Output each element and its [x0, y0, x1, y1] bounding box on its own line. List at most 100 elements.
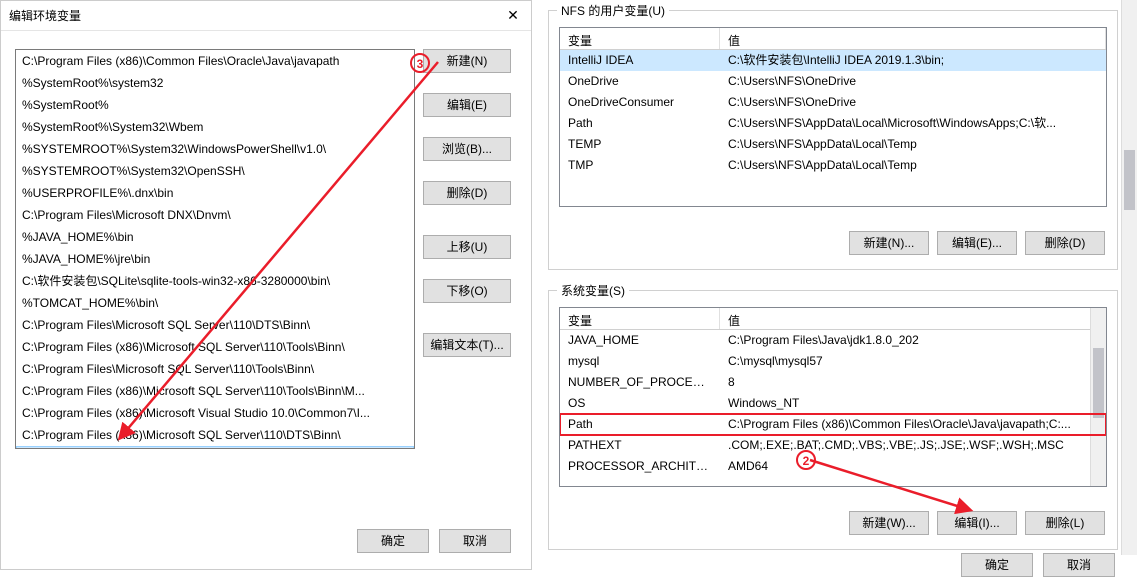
- cancel-button[interactable]: 取消: [439, 529, 511, 553]
- path-list-item[interactable]: %SYSTEMROOT%\System32\OpenSSH\: [16, 160, 414, 182]
- sys-new-button[interactable]: 新建(W)...: [849, 511, 929, 535]
- table-row[interactable]: mysqlC:\mysql\mysql57: [560, 351, 1106, 372]
- table-row[interactable]: OneDriveC:\Users\NFS\OneDrive: [560, 71, 1106, 92]
- user-vars-group: NFS 的用户变量(U) 变量 值 IntelliJ IDEAC:\软件安装包\…: [548, 10, 1118, 270]
- table-row[interactable]: PathC:\Users\NFS\AppData\Local\Microsoft…: [560, 113, 1106, 134]
- user-group-buttons: 新建(N)... 编辑(E)... 删除(D): [849, 231, 1105, 255]
- panel-scrollbar[interactable]: [1121, 0, 1137, 555]
- path-list-item[interactable]: %SYSTEMROOT%\System32\WindowsPowerShell\…: [16, 138, 414, 160]
- ok-button[interactable]: 确定: [961, 553, 1033, 577]
- table-row[interactable]: PROCESSOR_ARCHITECT...AMD64: [560, 456, 1106, 477]
- col-header-var: 变量: [560, 28, 720, 49]
- annotation-circle-3: 3: [410, 53, 430, 73]
- cell-val: C:\Users\NFS\AppData\Local\Temp: [720, 134, 1106, 155]
- path-list-item[interactable]: C:\Program Files (x86)\Microsoft SQL Ser…: [16, 336, 414, 358]
- path-list-item[interactable]: %JAVA_HOME%\jre\bin: [16, 248, 414, 270]
- sys-group-label: 系统变量(S): [557, 282, 629, 299]
- move-down-button[interactable]: 下移(O): [423, 279, 511, 303]
- cell-val: C:\Users\NFS\AppData\Local\Microsoft\Win…: [720, 113, 1106, 134]
- scrollbar-thumb[interactable]: [1093, 348, 1104, 418]
- table-row[interactable]: PATHEXT.COM;.EXE;.BAT;.CMD;.VBS;.VBE;.JS…: [560, 435, 1106, 456]
- table-row[interactable]: OneDriveConsumerC:\Users\NFS\OneDrive: [560, 92, 1106, 113]
- cell-val: .COM;.EXE;.BAT;.CMD;.VBS;.VBE;.JS;.JSE;.…: [720, 435, 1106, 456]
- dialog-footer: 确定 取消: [357, 529, 511, 553]
- cell-var: OneDrive: [560, 71, 720, 92]
- cell-val: 8: [720, 372, 1106, 393]
- cell-var: Path: [560, 113, 720, 134]
- path-list[interactable]: C:\Program Files (x86)\Common Files\Orac…: [15, 49, 415, 449]
- panel-footer: 确定 取消: [961, 553, 1115, 577]
- sys-delete-button[interactable]: 删除(L): [1025, 511, 1105, 535]
- dialog-title: 编辑环境变量: [9, 7, 81, 24]
- cell-val: C:\软件安装包\IntelliJ IDEA 2019.1.3\bin;: [720, 50, 1106, 71]
- path-list-item[interactable]: C:\Program Files (x86)\Common Files\Orac…: [16, 50, 414, 72]
- cell-var: PATHEXT: [560, 435, 720, 456]
- table-row[interactable]: TMPC:\Users\NFS\AppData\Local\Temp: [560, 155, 1106, 176]
- edit-text-button[interactable]: 编辑文本(T)...: [423, 333, 511, 357]
- cell-var: NUMBER_OF_PROCESSORS: [560, 372, 720, 393]
- table-row[interactable]: NUMBER_OF_PROCESSORS8: [560, 372, 1106, 393]
- user-vars-table[interactable]: 变量 值 IntelliJ IDEAC:\软件安装包\IntelliJ IDEA…: [559, 27, 1107, 207]
- ok-button[interactable]: 确定: [357, 529, 429, 553]
- path-list-item[interactable]: C:\软件安装包\SQLite\sqlite-tools-win32-x86-3…: [16, 270, 414, 292]
- path-list-item[interactable]: C:\Program Files (x86)\Microsoft SQL Ser…: [16, 380, 414, 402]
- dialog-titlebar: 编辑环境变量 ✕: [1, 1, 531, 31]
- cell-var: TEMP: [560, 134, 720, 155]
- path-list-item[interactable]: %SystemRoot%: [16, 94, 414, 116]
- new-button[interactable]: 新建(N): [423, 49, 511, 73]
- path-list-item[interactable]: C:\Program Files (x86)\Microsoft Visual …: [16, 402, 414, 424]
- path-list-item[interactable]: %USERPROFILE%\.dnx\bin: [16, 182, 414, 204]
- path-list-item[interactable]: %SystemRoot%\System32\Wbem: [16, 116, 414, 138]
- scrollbar[interactable]: [1090, 308, 1106, 486]
- env-vars-panel: NFS 的用户变量(U) 变量 值 IntelliJ IDEAC:\软件安装包\…: [540, 0, 1135, 585]
- user-group-label: NFS 的用户变量(U): [557, 2, 669, 19]
- cell-var: OneDriveConsumer: [560, 92, 720, 113]
- col-header-val: 值: [720, 308, 1106, 329]
- path-list-item[interactable]: %JAVA_HOME%\bin: [16, 226, 414, 248]
- table-row[interactable]: PathC:\Program Files (x86)\Common Files\…: [560, 414, 1106, 435]
- cell-var: mysql: [560, 351, 720, 372]
- cell-var: TMP: [560, 155, 720, 176]
- cell-val: C:\mysql\mysql57: [720, 351, 1106, 372]
- cell-val: C:\Program Files\Java\jdk1.8.0_202: [720, 330, 1106, 351]
- cell-val: C:\Users\NFS\OneDrive: [720, 71, 1106, 92]
- table-row[interactable]: JAVA_HOMEC:\Program Files\Java\jdk1.8.0_…: [560, 330, 1106, 351]
- path-list-item[interactable]: C:\Program Files\Microsoft SQL Server\11…: [16, 358, 414, 380]
- cell-var: JAVA_HOME: [560, 330, 720, 351]
- user-edit-button[interactable]: 编辑(E)...: [937, 231, 1017, 255]
- table-header: 变量 值: [560, 28, 1106, 50]
- path-list-item[interactable]: C:\Program Files\Microsoft SQL Server\11…: [16, 314, 414, 336]
- path-list-item[interactable]: C:\Program Files (x86)\Microsoft SQL Ser…: [16, 424, 414, 446]
- edit-env-var-dialog: 编辑环境变量 ✕ C:\Program Files (x86)\Common F…: [0, 0, 532, 570]
- table-row[interactable]: OSWindows_NT: [560, 393, 1106, 414]
- path-list-item[interactable]: %mysql%\bin: [16, 446, 414, 449]
- cell-val: AMD64: [720, 456, 1106, 477]
- cell-val: C:\Users\NFS\OneDrive: [720, 92, 1106, 113]
- table-header: 变量 值: [560, 308, 1106, 330]
- edit-button[interactable]: 编辑(E): [423, 93, 511, 117]
- path-list-item[interactable]: %TOMCAT_HOME%\bin\: [16, 292, 414, 314]
- cell-var: IntelliJ IDEA: [560, 50, 720, 71]
- close-icon[interactable]: ✕: [503, 5, 523, 25]
- cell-val: C:\Program Files (x86)\Common Files\Orac…: [720, 414, 1106, 435]
- sys-edit-button[interactable]: 编辑(I)...: [937, 511, 1017, 535]
- browse-button[interactable]: 浏览(B)...: [423, 137, 511, 161]
- table-row[interactable]: TEMPC:\Users\NFS\AppData\Local\Temp: [560, 134, 1106, 155]
- cell-var: Path: [560, 414, 720, 435]
- cell-val: C:\Users\NFS\AppData\Local\Temp: [720, 155, 1106, 176]
- table-row[interactable]: IntelliJ IDEAC:\软件安装包\IntelliJ IDEA 2019…: [560, 50, 1106, 71]
- cell-val: Windows_NT: [720, 393, 1106, 414]
- user-new-button[interactable]: 新建(N)...: [849, 231, 929, 255]
- move-up-button[interactable]: 上移(U): [423, 235, 511, 259]
- col-header-var: 变量: [560, 308, 720, 329]
- delete-button[interactable]: 删除(D): [423, 181, 511, 205]
- path-list-item[interactable]: C:\Program Files\Microsoft DNX\Dnvm\: [16, 204, 414, 226]
- sys-group-buttons: 新建(W)... 编辑(I)... 删除(L): [849, 511, 1105, 535]
- left-button-column: 新建(N) 编辑(E) 浏览(B)... 删除(D) 上移(U) 下移(O) 编…: [423, 49, 517, 357]
- cancel-button[interactable]: 取消: [1043, 553, 1115, 577]
- user-delete-button[interactable]: 删除(D): [1025, 231, 1105, 255]
- system-vars-group: 系统变量(S) 变量 值 JAVA_HOMEC:\Program Files\J…: [548, 290, 1118, 550]
- path-list-item[interactable]: %SystemRoot%\system32: [16, 72, 414, 94]
- scrollbar-thumb[interactable]: [1124, 150, 1135, 210]
- system-vars-table[interactable]: 变量 值 JAVA_HOMEC:\Program Files\Java\jdk1…: [559, 307, 1107, 487]
